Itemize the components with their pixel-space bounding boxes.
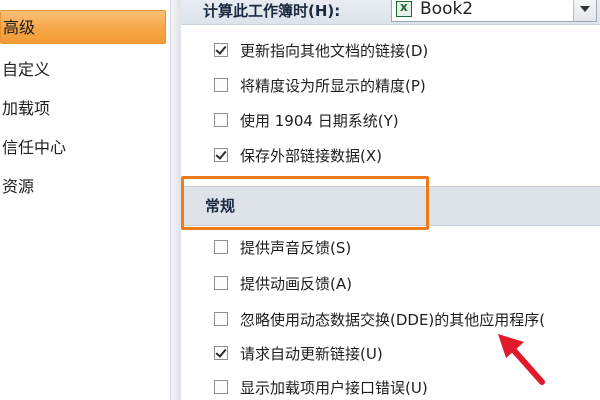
sidebar-item-addins[interactable]: 加载项 [0,92,166,126]
checkbox-save-external-link-values[interactable] [214,148,228,162]
option-update-links[interactable]: 更新指向其他文档的链接(D) [214,37,428,63]
sidebar-divider [170,0,181,400]
checkbox-sound-feedback[interactable] [214,240,228,254]
option-precision-as-displayed[interactable]: 将精度设为所显示的精度(P) [214,72,426,98]
option-animation-label: 提供动画反馈(A) [240,274,352,293]
option-ignore-dde[interactable]: 忽略使用动态数据交换(DDE)的其他应用程序( [214,306,545,332]
highlight-outline-general [181,176,429,230]
option-update-links-label: 更新指向其他文档的链接(D) [240,41,429,60]
excel-workbook-icon [396,0,412,17]
option-ask-update-links[interactable]: 请求自动更新链接(U) [214,340,383,366]
options-sidebar: 高级 自定义 加载项 信任中心 资源 [0,0,170,400]
option-animation-feedback[interactable]: 提供动画反馈(A) [214,270,352,296]
option-ignore-dde-label: 忽略使用动态数据交换(DDE)的其他应用程序( [240,310,546,329]
checkbox-show-addin-errors[interactable] [214,380,228,394]
annotation-arrow-icon [498,334,545,385]
workbook-select[interactable]: Book2 [391,0,597,22]
sidebar-item-advanced[interactable]: 高级 [0,10,166,44]
checkbox-precision-as-displayed[interactable] [214,78,228,92]
checkbox-animation-feedback[interactable] [214,276,228,290]
option-addin-errors-label: 显示加载项用户接口错误(U) [240,378,428,397]
option-save-external-label: 保存外部链接数据(X) [240,146,382,165]
calc-workbook-label: 计算此工作簿时(H): [203,2,341,20]
option-show-addin-errors[interactable]: 显示加载项用户接口错误(U) [214,374,428,400]
option-sound-label: 提供声音反馈(S) [240,238,352,257]
option-precision-label: 将精度设为所显示的精度(P) [240,76,426,95]
calc-workbook-row: 计算此工作簿时(H): Book2 [181,0,600,25]
chevron-down-icon[interactable] [573,0,596,21]
checkbox-ignore-dde[interactable] [214,312,228,326]
option-ask-update-label: 请求自动更新链接(U) [240,344,383,363]
workbook-select-value: Book2 [420,0,474,19]
checkbox-1904-date-system[interactable] [214,113,228,127]
sidebar-item-trust-center[interactable]: 信任中心 [0,131,166,165]
sidebar-item-customize[interactable]: 自定义 [0,53,166,87]
option-1904-date-system[interactable]: 使用 1904 日期系统(Y) [214,107,399,133]
checkbox-ask-update-links[interactable] [214,346,228,360]
checkbox-update-links[interactable] [214,43,228,57]
option-1904-label: 使用 1904 日期系统(Y) [240,111,399,130]
option-sound-feedback[interactable]: 提供声音反馈(S) [214,234,351,260]
option-save-external-link-values[interactable]: 保存外部链接数据(X) [214,142,382,168]
sidebar-item-resources[interactable]: 资源 [0,170,166,204]
